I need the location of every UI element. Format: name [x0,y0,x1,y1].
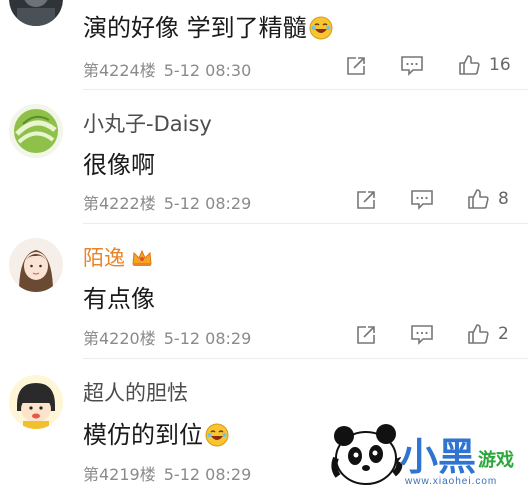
reply-button[interactable] [410,324,434,346]
like-button[interactable]: 2 [466,322,509,346]
watermark-title: 小黑 [400,435,477,479]
avatar[interactable] [9,238,63,292]
like-count: 8 [498,189,509,209]
avatar[interactable] [9,0,63,26]
like-count: 16 [489,55,511,75]
comment-icon [401,56,423,76]
floor-number: 第4219楼 [83,465,156,484]
watermark-subtitle: 游戏 [478,450,514,471]
share-icon [357,326,375,344]
laughing-emoji-icon [309,16,333,46]
reply-button[interactable] [400,55,424,77]
username[interactable]: 超人的胆怯 [83,377,188,407]
thumbs-up-icon [468,189,489,209]
thumbs-up-icon [468,324,489,344]
watermark-site: www.xiaohei.com [405,476,498,487]
thumbs-up-icon [459,55,480,75]
share-icon [347,57,365,75]
avatar[interactable] [9,375,63,429]
comment-icon [411,190,433,210]
timestamp: 5-12 08:29 [163,465,252,484]
share-button[interactable] [355,189,377,211]
like-count: 2 [498,324,509,344]
avatar[interactable] [9,104,63,158]
floor-number: 第4222楼 [83,194,156,213]
floor-number: 第4224楼 [83,61,156,80]
share-button[interactable] [345,55,367,77]
comment-item: 小丸子-Daisy 很像啊 第4222楼 5-12 08:29 8 [0,90,528,224]
crown-icon [131,248,153,273]
like-button[interactable]: 16 [457,53,511,77]
comment-text: 有点像 [83,285,155,313]
comment-text: 模仿的到位 [83,415,229,453]
floor-number: 第4220楼 [83,329,156,348]
username[interactable]: 小丸子-Daisy [83,108,212,138]
comment-meta: 第4224楼 5-12 08:30 [83,57,251,81]
comment-item: 陌逸 有点像 第4220楼 5-12 08:29 2 [0,224,528,359]
reply-button[interactable] [410,189,434,211]
timestamp: 5-12 08:29 [163,329,252,348]
comment-meta: 第4219楼 5-12 08:29 [83,461,251,485]
share-button[interactable] [355,324,377,346]
share-icon [357,191,375,209]
comment-text: 演的好像 学到了精髓 [83,8,333,46]
comment-meta: 第4220楼 5-12 08:29 [83,325,251,349]
timestamp: 5-12 08:29 [163,194,252,213]
username[interactable]: 陌逸 [83,242,153,273]
timestamp: 5-12 08:30 [163,61,252,80]
laughing-emoji-icon [205,423,229,453]
comment-text: 很像啊 [83,151,155,179]
like-button[interactable]: 8 [466,187,509,211]
comment-icon [411,325,433,345]
comment-meta: 第4222楼 5-12 08:29 [83,190,251,214]
comment-item: 演的好像 学到了精髓 第4224楼 5-12 08:30 16 [0,0,528,90]
